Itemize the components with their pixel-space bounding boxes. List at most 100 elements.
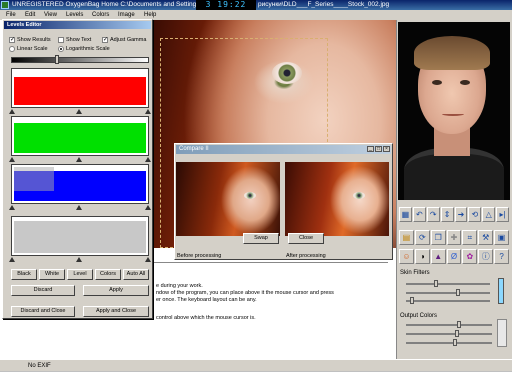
linear-scale-radio[interactable]: Linear Scale [9,46,48,52]
linear-scale-label: Linear Scale [17,46,48,52]
triangle-icon[interactable]: △ [482,207,496,222]
histogram-red[interactable] [9,68,151,114]
gamma-gradient-bar[interactable] [11,57,149,63]
white-button[interactable]: White [39,269,65,280]
colors-button[interactable]: Colors [95,269,121,280]
skin-slider-1[interactable] [406,283,490,285]
status-bar: No EXIF [0,359,512,371]
midpoint-marker[interactable] [76,157,82,162]
help-line: ndow of the program, you can place above… [156,290,334,296]
arrow-right-icon[interactable]: ➜ [454,207,468,222]
preview-portrait [398,22,510,200]
output-colors-label: Output Colors [400,313,438,319]
show-text-label: Show Text [66,37,92,43]
black-point-marker[interactable] [9,157,15,162]
level-button[interactable]: Level [67,269,93,280]
gamma-slider-thumb[interactable] [55,55,59,64]
minimize-icon[interactable]: _ [367,146,374,152]
save-icon[interactable]: ▣ [494,230,510,245]
output-green-slider[interactable] [406,333,492,335]
log-scale-radio[interactable]: Logarithmic Scale [58,46,110,52]
swap-button[interactable]: Swap [243,233,279,244]
toolbar-row-1: ▦ ↶ ↷ ⇕ ➜ ⟲ △ ▸| [398,206,510,224]
black-point-marker[interactable] [9,109,15,114]
auto-all-button[interactable]: Auto All [123,269,149,280]
midpoint-marker[interactable] [76,205,82,210]
help-line: control above which the mouse cursor is. [156,315,256,321]
histogram-green[interactable] [9,116,151,162]
apply-and-close-button[interactable]: Apply and Close [83,306,149,317]
car-icon[interactable]: ⚒ [478,230,494,245]
crop-icon[interactable]: ⌗ [462,230,478,245]
compare-title[interactable]: Compare II [176,145,391,154]
midpoint-marker[interactable] [76,257,82,262]
discard-button[interactable]: Discard [11,285,75,296]
black-point-marker[interactable] [9,205,15,210]
white-point-marker[interactable] [145,205,151,210]
output-red-thumb[interactable] [457,321,461,328]
exif-status: No EXIF [28,363,51,369]
output-blue-thumb[interactable] [453,339,457,346]
after-label: After processing [286,253,326,259]
skin-slider-2-thumb[interactable] [456,289,460,296]
checkbox-checked-icon: ✓ [102,37,109,43]
white-point-marker[interactable] [145,157,151,162]
compare-window: Compare II _ □ × Swap Close Before proce… [174,143,393,260]
info-icon[interactable]: ⓘ [478,249,494,264]
skin-strength-bar[interactable] [498,278,504,304]
before-label: Before processing [177,253,222,259]
contrast-icon[interactable]: ◑ [414,249,430,264]
close-icon[interactable]: × [383,146,390,152]
undo-icon[interactable]: ↶ [412,207,426,222]
output-red-slider[interactable] [406,324,492,326]
show-results-label: Show Results [17,37,51,43]
radio-off-icon [9,46,15,52]
copy-icon[interactable]: ❐ [430,230,446,245]
black-button[interactable]: Black [11,269,37,280]
face-icon[interactable]: ☺ [399,249,414,264]
before-image [176,162,280,236]
window-title: UNREGISTERED OxygenBag Home C:\Documents… [12,1,197,8]
skin-slider-2[interactable] [406,292,490,294]
skin-slider-3[interactable] [406,300,490,302]
white-point-marker[interactable] [145,257,151,262]
redo-icon[interactable]: ↷ [426,207,440,222]
show-text-checkbox[interactable]: Show Text [58,37,91,43]
toolbar-row-2: ▤ ⟳ ❐ ✚ ⌗ ⚒ ▣ [398,229,510,247]
text-icon[interactable]: Ø [446,249,462,264]
toolbar-row-3: ☺ ◑ ▲ Ø ✿ ⓘ ? [398,248,510,266]
midpoint-marker[interactable] [76,109,82,114]
show-results-checkbox[interactable]: ✓ Show Results [9,37,51,43]
white-point-marker[interactable] [145,109,151,114]
flip-vertical-icon[interactable]: ⇕ [440,207,454,222]
apply-button[interactable]: Apply [83,285,149,296]
palette-icon[interactable]: ✿ [462,249,478,264]
skin-slider-3-thumb[interactable] [410,297,414,304]
shapes-icon[interactable]: ▲ [430,249,446,264]
skin-slider-1-thumb[interactable] [434,280,438,287]
output-blue-slider[interactable] [406,342,492,344]
skin-filters-label: Skin Filters [400,270,430,276]
output-green-thumb[interactable] [455,330,459,337]
adjust-gamma-checkbox[interactable]: ✓ Adjust Gamma [102,37,146,43]
title-bar: UNREGISTERED OxygenBag Home C:\Documents… [0,0,512,10]
maximize-icon[interactable]: □ [375,146,382,152]
rotate-icon[interactable]: ⟲ [468,207,482,222]
levels-editor-title[interactable]: Levels Editor [4,21,151,29]
help-line: er once. The keyboard layout can be any. [156,297,257,303]
open-icon[interactable]: ▤ [399,230,414,245]
refresh-icon[interactable]: ⟳ [414,230,430,245]
black-point-marker[interactable] [9,257,15,262]
next-frame-icon[interactable]: ▸| [496,207,509,222]
histogram-luminance[interactable] [9,216,151,262]
discard-and-close-button[interactable]: Discard and Close [11,306,75,317]
radio-on-icon [58,46,64,52]
checkbox-unchecked-icon [58,37,64,43]
output-color-swatch [497,319,507,347]
plus-icon[interactable]: ✚ [446,230,462,245]
histogram-blue[interactable] [9,164,151,210]
help-icon[interactable]: ? [494,249,510,264]
compare-close-button[interactable]: Close [288,233,324,244]
grid-icon[interactable]: ▦ [399,207,412,222]
app-icon [1,1,9,9]
